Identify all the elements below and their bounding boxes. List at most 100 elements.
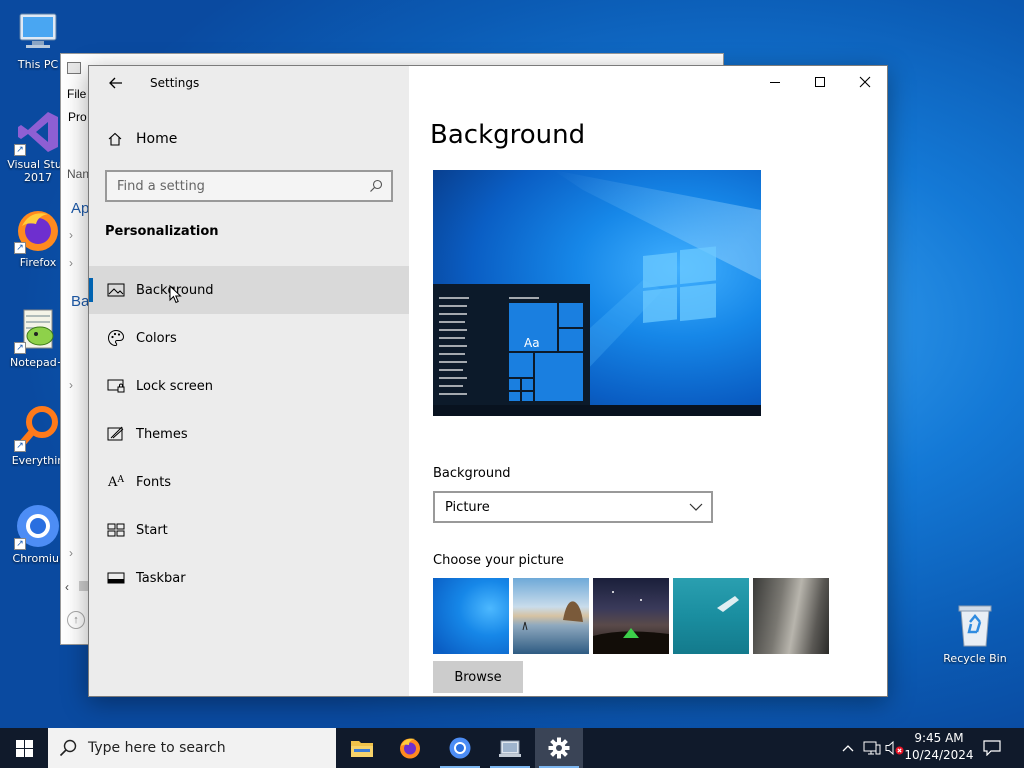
picture-thumbnail-beach-rocks[interactable] — [513, 578, 589, 654]
background-window-column-header[interactable]: Nan — [67, 167, 89, 181]
settings-nav-pane: Settings Home Personalization — [89, 66, 409, 696]
taskbar: Type here to search 9:45 AM 10/24/2024 — [0, 728, 1024, 768]
desktop-icon-recycle-bin[interactable]: Recycle Bin — [937, 602, 1013, 665]
nav-item-taskbar[interactable]: Taskbar — [89, 554, 409, 602]
background-window-app-icon — [67, 62, 81, 74]
windows-logo-icon — [643, 246, 716, 323]
background-window-row-label: Pro — [68, 110, 87, 124]
network-icon — [863, 741, 881, 755]
back-button[interactable] — [103, 70, 129, 96]
show-hidden-icons-button[interactable] — [836, 728, 860, 768]
everything-search-icon: ↗ — [14, 404, 62, 452]
nav-item-label: Colors — [136, 330, 177, 346]
tray-network-button[interactable] — [860, 728, 884, 768]
window-title: Settings — [150, 76, 200, 90]
search-icon[interactable] — [365, 179, 387, 193]
nav-item-label: Fonts — [136, 474, 172, 490]
firefox-icon: ↗ — [14, 206, 62, 254]
notepad-plus-plus-icon: ↗ — [14, 306, 62, 354]
file-explorer-icon — [351, 741, 373, 757]
close-button[interactable] — [842, 66, 888, 98]
notification-icon — [983, 740, 1001, 756]
visual-studio-icon: ↗ — [14, 108, 62, 156]
clock-time: 9:45 AM — [914, 731, 964, 745]
nav-item-label: Taskbar — [136, 570, 186, 586]
taskbar-app-system-window[interactable] — [486, 728, 534, 768]
shortcut-arrow-icon: ↗ — [14, 342, 26, 354]
taskbar-app-chromium[interactable] — [436, 728, 484, 768]
taskbar-app-firefox[interactable] — [386, 728, 434, 768]
menu-file[interactable]: File — [67, 87, 86, 101]
fonts-icon: AA — [108, 474, 124, 490]
nav-item-colors[interactable]: Colors — [89, 314, 409, 362]
chevron-right-icon[interactable]: › — [69, 256, 73, 270]
picture-thumbnail-night-sky-tent[interactable] — [593, 578, 669, 654]
close-icon — [859, 76, 871, 88]
chevron-right-icon[interactable]: › — [69, 378, 73, 392]
themes-icon — [105, 425, 127, 443]
desktop-icon-label: Recycle Bin — [943, 652, 1007, 665]
preview-start-menu: Aa — [433, 284, 590, 405]
nav-item-themes[interactable]: Themes — [89, 410, 409, 458]
home-icon — [105, 131, 125, 147]
start-button[interactable] — [0, 728, 48, 768]
nav-item-background[interactable]: Background — [89, 266, 409, 314]
taskbar-search-placeholder: Type here to search — [88, 740, 226, 756]
shortcut-arrow-icon: ↗ — [14, 144, 26, 156]
taskbar-clock[interactable]: 9:45 AM 10/24/2024 — [904, 730, 974, 766]
windows-start-icon — [15, 739, 33, 757]
find-setting-input[interactable] — [117, 178, 365, 194]
scroll-left-icon[interactable]: ‹ — [65, 580, 69, 594]
browse-button[interactable]: Browse — [433, 661, 523, 693]
picture-thumbnail-tree-bark[interactable] — [753, 578, 829, 654]
picture-icon — [105, 282, 127, 298]
chevron-right-icon[interactable]: › — [69, 228, 73, 242]
action-center-button[interactable] — [978, 728, 1006, 768]
palette-icon — [105, 329, 127, 347]
system-app-icon — [499, 740, 521, 757]
background-window-group-b: Ba — [71, 293, 90, 310]
nav-item-label: Start — [136, 522, 168, 538]
background-type-dropdown[interactable]: Picture — [433, 491, 713, 523]
personalization-nav-list: Background Colors Lock screen — [89, 266, 409, 602]
find-setting-search-box[interactable] — [105, 170, 393, 202]
lock-screen-icon — [105, 378, 127, 394]
chevron-up-icon — [842, 745, 854, 752]
nav-item-label: Lock screen — [136, 378, 213, 394]
choose-picture-label: Choose your picture — [433, 553, 564, 568]
nav-home[interactable]: Home — [89, 122, 409, 156]
background-window-group-a: Ap — [71, 200, 90, 217]
picture-thumbnail-windows-blue[interactable] — [433, 578, 509, 654]
minimize-button[interactable] — [752, 66, 798, 98]
nav-item-start[interactable]: Start — [89, 506, 409, 554]
nav-item-lock-screen[interactable]: Lock screen — [89, 362, 409, 410]
chromium-icon: ↗ — [14, 502, 62, 550]
minimize-icon — [770, 82, 780, 83]
shortcut-arrow-icon: ↗ — [14, 242, 26, 254]
home-label: Home — [136, 131, 178, 147]
taskbar-app-settings[interactable] — [535, 728, 583, 768]
maximize-icon — [815, 77, 825, 87]
preview-taskbar — [433, 405, 761, 416]
shortcut-arrow-icon: ↗ — [14, 440, 26, 452]
chromium-icon — [449, 737, 471, 759]
preview-tile-text: Aa — [524, 336, 540, 350]
start-layout-icon — [105, 523, 127, 537]
settings-window[interactable]: Settings Home Personalization — [88, 65, 888, 697]
nav-item-fonts[interactable]: AA Fonts — [89, 458, 409, 506]
search-icon — [48, 739, 88, 757]
picture-thumbnails — [433, 578, 829, 654]
desktop-preview: Aa — [433, 170, 761, 416]
chevron-right-icon[interactable]: › — [69, 546, 73, 560]
settings-gear-icon — [548, 737, 570, 759]
volume-muted-icon — [885, 740, 904, 756]
up-arrow-icon[interactable]: ↑ — [67, 611, 85, 629]
background-type-value: Picture — [445, 499, 490, 515]
personalization-heading: Personalization — [105, 224, 219, 239]
maximize-button[interactable] — [797, 66, 843, 98]
taskbar-app-file-explorer[interactable] — [338, 728, 386, 768]
taskbar-search-box[interactable]: Type here to search — [48, 728, 336, 768]
background-type-label: Background — [433, 466, 511, 481]
picture-thumbnail-underwater-swimmer[interactable] — [673, 578, 749, 654]
taskbar-icon — [105, 572, 127, 584]
